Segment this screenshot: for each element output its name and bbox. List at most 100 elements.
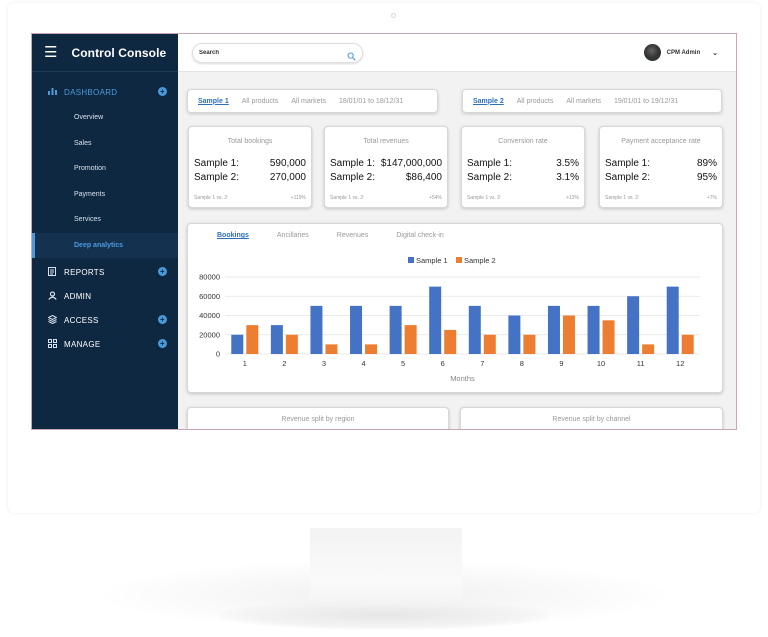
kpi-comparison-value: +119% [290, 195, 306, 201]
user-menu[interactable]: CPM Admin ⌄ [643, 44, 718, 61]
bar-sample-1 [627, 296, 640, 354]
kpi-label: Sample 2: [330, 172, 376, 183]
bar-sample-2 [562, 315, 575, 354]
sidebar-section-access[interactable]: ACCESS + [32, 308, 178, 332]
tab-bookings[interactable]: Bookings [217, 232, 249, 239]
monitor-stand-base [218, 600, 552, 630]
revenue-split-by-channel-card: Revenue split by channel [460, 407, 723, 429]
x-tick-label: 5 [401, 359, 405, 368]
kpi-row-sample-1: Sample 1: 89% [605, 158, 717, 169]
search-box[interactable] [192, 42, 363, 63]
x-tick-label: 12 [676, 359, 684, 368]
filter-sample-link[interactable]: Sample 1 [198, 98, 229, 105]
sidebar-header: ☰ Control Console [32, 34, 178, 72]
bar-sample-2 [681, 334, 694, 354]
sidebar-section-manage[interactable]: MANAGE + [32, 332, 178, 356]
chart-tabs: Bookings Ancillaries Revenues Digital ch… [217, 232, 472, 239]
x-tick-label: 7 [480, 359, 484, 368]
sidebar-item-label: Payments [74, 190, 106, 198]
hamburger-menu-icon[interactable]: ☰ [44, 45, 57, 60]
x-tick-label: 10 [597, 359, 605, 368]
sidebar-section-label: ADMIN [64, 291, 92, 301]
kpi-comparison-label: Sample 1 vs. 2: [605, 195, 640, 201]
x-tick-label: 9 [559, 359, 563, 368]
filter-date-range[interactable]: 18/01/01 to 18/12/31 [339, 98, 403, 105]
kpi-value: 89% [696, 158, 717, 169]
kpi-title: Payment acceptance rate [621, 138, 701, 145]
layers-icon [46, 314, 58, 326]
kpi-label: Sample 1: [194, 158, 240, 169]
y-tick-label: 60000 [199, 292, 220, 301]
sidebar-item-payments[interactable]: Payments [32, 182, 178, 208]
filter-bar-sample-1: Sample 1 All products All markets 18/01/… [187, 89, 438, 113]
expand-plus-icon[interactable]: + [158, 315, 167, 324]
kpi-value: 95% [696, 172, 717, 183]
kpi-comparison-value: +7% [706, 195, 717, 201]
search-input[interactable] [199, 49, 347, 56]
chevron-down-icon[interactable]: ⌄ [712, 49, 718, 57]
sidebar-item-label: Promotion [74, 165, 106, 173]
kpi-total-revenues: Total revenues Sample 1: $147,000,000 Sam… [324, 126, 448, 208]
topbar: CPM Admin ⌄ [178, 34, 736, 72]
legend-swatch-sample-2 [456, 257, 462, 263]
y-tick-label: 40000 [199, 311, 220, 320]
kpi-row-sample-1: Sample 1: 590,000 [194, 158, 306, 169]
search-icon[interactable] [347, 48, 356, 61]
sidebar-item-promotion[interactable]: Promotion [32, 156, 178, 182]
x-tick-label: 4 [361, 359, 365, 368]
kpi-value: 3.1% [556, 172, 579, 183]
expand-plus-icon[interactable]: + [158, 339, 167, 348]
sidebar-item-services[interactable]: Services [32, 207, 178, 233]
card-title: Revenue split by channel [552, 416, 631, 423]
bar-sample-2 [404, 325, 417, 354]
kpi-conversion-rate: Conversion rate Sample 1: 3.5% Sample 2: 3… [461, 126, 585, 208]
x-tick-label: 8 [520, 359, 524, 368]
filter-products[interactable]: All products [517, 98, 554, 105]
kpi-label: Sample 2: [194, 172, 240, 183]
kpi-row-sample-2: Sample 2: 270,000 [194, 172, 306, 183]
sidebar-section-admin[interactable]: ADMIN [32, 284, 178, 308]
filter-markets[interactable]: All markets [291, 98, 326, 105]
bar-sample-1 [231, 334, 244, 354]
kpi-value: 590,000 [269, 158, 306, 169]
legend-label-sample-1: Sample 1 [416, 256, 448, 265]
bar-sample-2 [523, 334, 536, 354]
x-tick-label: 11 [637, 359, 645, 368]
tab-revenues[interactable]: Revenues [337, 232, 369, 239]
filter-sample-link[interactable]: Sample 2 [473, 98, 504, 105]
x-tick-label: 3 [322, 359, 326, 368]
sidebar: ☰ Control Console DASHBOARD + Overview S… [32, 34, 178, 429]
bar-sample-1 [429, 286, 442, 354]
filter-markets[interactable]: All markets [566, 98, 601, 105]
document-icon [46, 266, 58, 278]
tab-digital-check-in[interactable]: Digital check-in [396, 232, 443, 239]
tab-ancillaries[interactable]: Ancillaries [277, 232, 309, 239]
bar-sample-1 [587, 305, 600, 354]
sidebar-item-deep-analytics[interactable]: Deep analytics [32, 232, 178, 258]
sidebar-item-overview[interactable]: Overview [32, 105, 178, 131]
bar-sample-1 [310, 305, 323, 354]
filter-products[interactable]: All products [242, 98, 279, 105]
expand-plus-icon[interactable]: + [158, 87, 167, 96]
sidebar-section-reports[interactable]: REPORTS + [32, 260, 178, 284]
revenue-split-by-region-card: Revenue split by region [187, 407, 449, 429]
expand-plus-icon[interactable]: + [158, 267, 167, 276]
kpi-label: Sample 2: [605, 172, 651, 183]
bar-sample-2 [483, 334, 496, 354]
kpi-row-sample-1: Sample 1: $147,000,000 [330, 158, 442, 169]
kpi-comparison: Sample 1 vs. 2: +54% [330, 195, 442, 201]
bar-sample-2 [444, 329, 457, 354]
kpi-value: 3.5% [556, 158, 579, 169]
sidebar-item-sales[interactable]: Sales [32, 131, 178, 157]
kpi-row-sample-2: Sample 2: $86,400 [330, 172, 442, 183]
sidebar-section-label: REPORTS [64, 267, 105, 277]
kpi-comparison: Sample 1 vs. 2: +119% [194, 195, 306, 201]
kpi-total-bookings: Total bookings Sample 1: 590,000 Sample 2… [188, 126, 312, 208]
kpi-label: Sample 1: [605, 158, 651, 169]
sidebar-section-dashboard[interactable]: DASHBOARD + [32, 80, 178, 104]
legend-label-sample-2: Sample 2 [464, 256, 496, 265]
bar-sample-2 [325, 344, 338, 354]
bar-sample-2 [365, 344, 378, 354]
x-axis-label: Months [450, 374, 475, 383]
filter-date-range[interactable]: 19/01/01 to 19/12/31 [614, 98, 678, 105]
